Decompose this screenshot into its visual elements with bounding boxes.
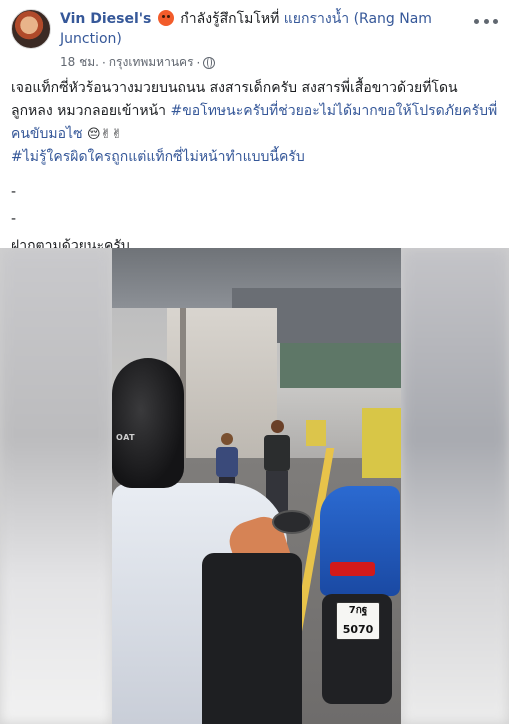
post-text-paragraph: เจอแท็กซี่หัวร้อนวางมวยบนถนน สงสารเด็กคร… [11, 77, 499, 146]
post-text-paragraph: #ไม่รู้ใครผิดใครถูกแต่แท็กซี่ไม่หน้าทำแบ… [11, 146, 499, 169]
more-options-icon [474, 18, 479, 24]
side-mirror [272, 510, 312, 534]
meta-separator: · [101, 55, 106, 70]
video-blur-right [401, 248, 509, 724]
post-body: เจอแท็กซี่หัวร้อนวางมวยบนถนน สงสารเด็กคร… [11, 77, 499, 258]
more-options-button[interactable] [474, 11, 498, 31]
post-header: Vin Diesel's กำลังรู้สึกโมโหที่ แยกรางน้… [60, 9, 480, 49]
hashtag-link[interactable]: #ไม่รู้ใครผิดใครถูกแต่แท็กซี่ไม่หน้าทำแบ… [11, 149, 305, 165]
avatar[interactable] [11, 9, 51, 49]
video-frame[interactable]: 7กฐ 5070 OAT [112, 248, 401, 724]
plate-line1: 7กฐ [348, 605, 368, 616]
helmet-text: OAT [116, 433, 136, 442]
post-text-dash: - [11, 184, 17, 200]
video-blur-left [0, 248, 112, 724]
license-plate: 7กฐ 5070 [336, 602, 380, 640]
green-bridge [280, 343, 401, 388]
yellow-bus [362, 408, 401, 478]
post-time[interactable]: 18 ชม. [60, 53, 99, 72]
author-name[interactable]: Vin Diesel's [60, 11, 151, 27]
post-place[interactable]: กรุงเทพมหานคร [109, 53, 194, 72]
post-video[interactable]: 7กฐ 5070 OAT [0, 248, 509, 724]
blue-scooter: 7กฐ 5070 [312, 486, 401, 724]
post-meta: 18 ชม. · กรุงเทพมหานคร · [60, 53, 216, 72]
feeling-prefix: กำลังรู้สึกโมโหที่ [180, 11, 280, 27]
yellow-vehicle [306, 420, 326, 446]
plate-line2: 5070 [342, 623, 374, 636]
angry-face-icon [157, 10, 174, 26]
globe-icon[interactable] [203, 56, 216, 69]
emoji-group: 😔✌✌ [87, 127, 123, 142]
meta-separator-2: · [196, 55, 201, 70]
post-text-dash: - [11, 211, 17, 227]
motorcycle-handlebar [202, 553, 302, 724]
facebook-post: Vin Diesel's กำลังรู้สึกโมโหที่ แยกรางน้… [0, 0, 509, 724]
tail-light [330, 562, 375, 576]
rider-helmet: OAT [112, 358, 184, 488]
